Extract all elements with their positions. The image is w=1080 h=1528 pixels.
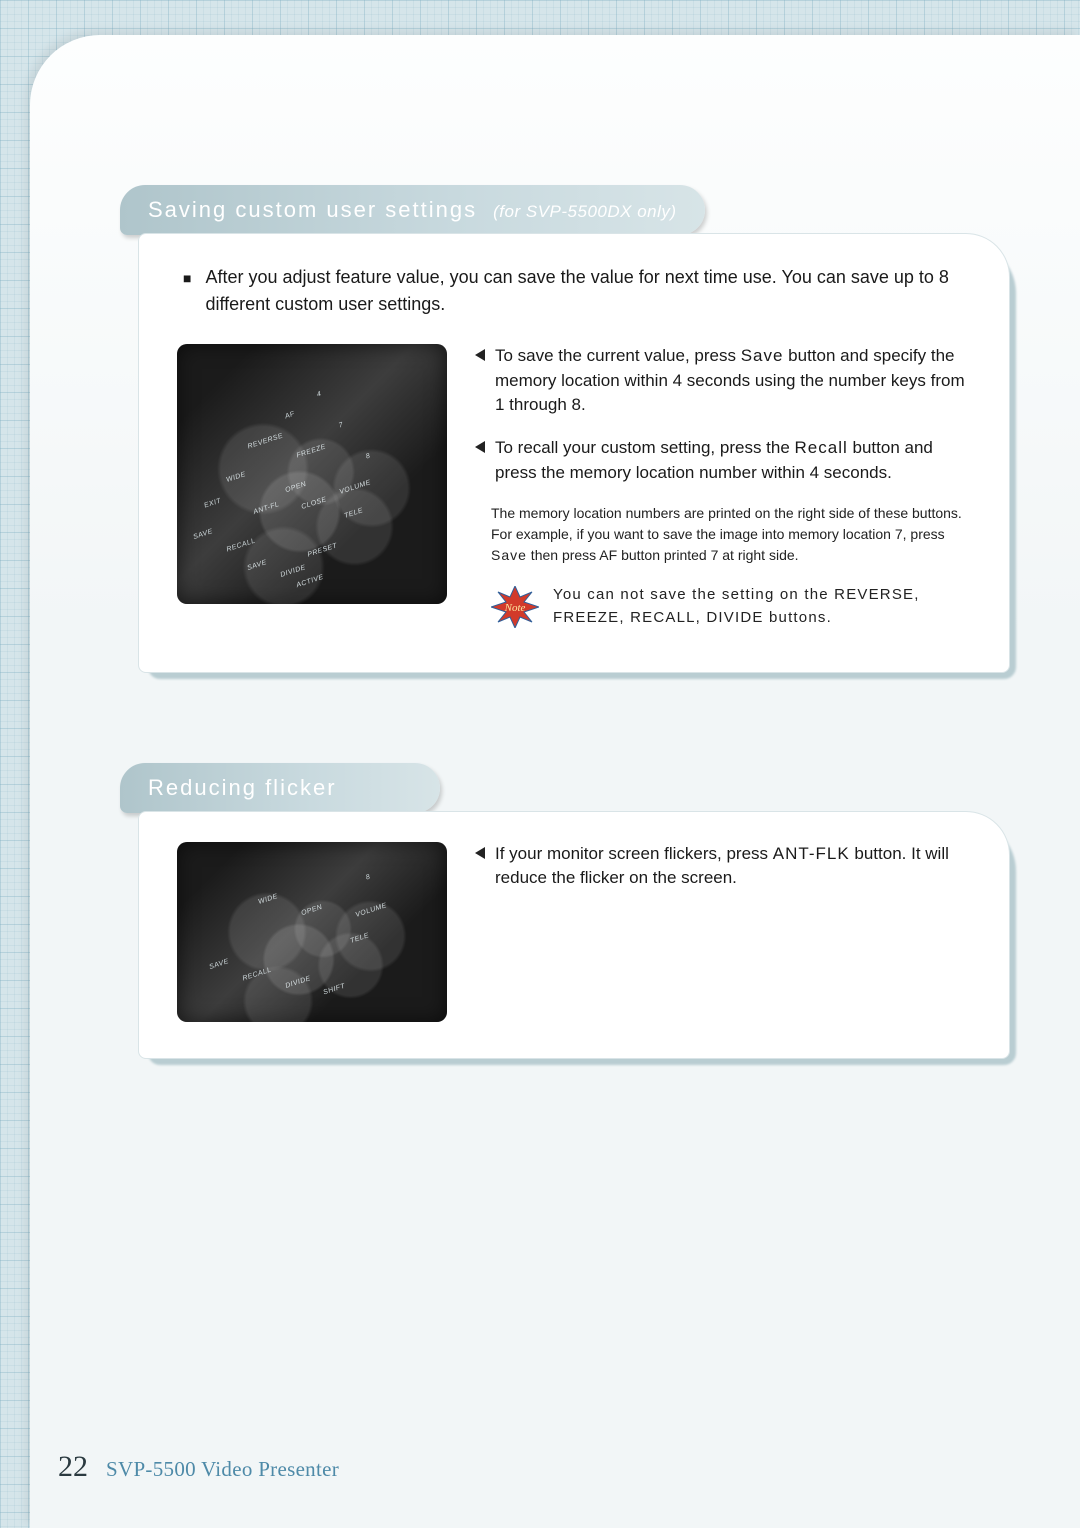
intro-text: After you adjust feature value, you can … <box>205 264 971 318</box>
list-text: To recall your custom setting, press the… <box>495 436 971 485</box>
remote-lbl: 4 <box>316 390 322 398</box>
remote-lbl: RECALL <box>225 537 256 553</box>
remote-lbl: WIDE <box>225 471 246 484</box>
remote-lbl: FREEZE <box>295 443 326 459</box>
section-header-flicker: Reducing flicker <box>120 763 440 813</box>
remote-lbl: 8 <box>365 874 371 882</box>
remote-lbl: RECALL <box>241 967 272 983</box>
remote-lbl: VOLUME <box>355 902 388 919</box>
remote-lbl: SAVE <box>247 559 268 572</box>
remote-illustration: 4 AF 7 REVERSE FREEZE 8 WIDE OPEN VOLUME… <box>177 344 447 604</box>
product-name: SVP-5500 Video Presenter <box>106 1457 339 1482</box>
remote-lbl: REVERSE <box>247 432 284 450</box>
right-column: To save the current value, press Save bu… <box>475 344 971 636</box>
list-text: To save the current value, press Save bu… <box>495 344 971 418</box>
remote-lbl: SAVE <box>193 528 214 541</box>
triangle-left-icon <box>475 847 485 891</box>
note-burst-icon: Note <box>491 586 539 636</box>
page-number: 22 <box>58 1450 88 1484</box>
memory-note: The memory location numbers are printed … <box>491 503 971 566</box>
remote-lbl: AF <box>284 410 296 420</box>
note-text: You can not save the setting on the REVE… <box>553 584 971 629</box>
remote-lbl: CLOSE <box>301 496 328 511</box>
list-item: If your monitor screen flickers, press A… <box>475 842 971 891</box>
remote-lbl: ACTIVE <box>295 574 324 589</box>
triangle-left-icon <box>475 441 485 485</box>
note-row: Note You can not save the setting on the… <box>491 584 971 636</box>
section-saving: Saving custom user settings (for SVP-550… <box>120 185 1010 673</box>
remote-lbl: 8 <box>365 453 371 461</box>
square-bullet-icon: ■ <box>183 268 191 318</box>
remote-lbl: WIDE <box>257 893 278 906</box>
panel-saving: ■ After you adjust feature value, you ca… <box>138 233 1010 673</box>
page-card: Saving custom user settings (for SVP-550… <box>30 35 1080 1528</box>
remote-lbl: TELE <box>349 933 370 946</box>
section-subtitle: (for SVP-5500DX only) <box>493 202 676 222</box>
list-item: To save the current value, press Save bu… <box>475 344 971 418</box>
remote-lbl: DIVIDE <box>285 975 312 990</box>
remote-lbl: VOLUME <box>339 480 372 497</box>
list-text: If your monitor screen flickers, press A… <box>495 842 971 891</box>
remote-lbl: EXIT <box>203 497 222 509</box>
list-item: To recall your custom setting, press the… <box>475 436 971 485</box>
remote-lbl: PRESET <box>306 542 338 558</box>
remote-lbl: 7 <box>338 421 344 429</box>
right-column: If your monitor screen flickers, press A… <box>475 842 971 909</box>
remote-lbl: TELE <box>344 508 365 521</box>
section-flicker: Reducing flicker 8 WIDE OPEN VOLUME TELE… <box>120 763 1010 1059</box>
panel-flicker: 8 WIDE OPEN VOLUME TELE SAVE RECALL DIVI… <box>138 811 1010 1059</box>
remote-lbl: SAVE <box>209 958 230 971</box>
intro-row: ■ After you adjust feature value, you ca… <box>177 264 971 318</box>
remote-illustration: 8 WIDE OPEN VOLUME TELE SAVE RECALL DIVI… <box>177 842 447 1022</box>
note-label: Note <box>504 602 526 614</box>
section-title: Saving custom user settings <box>148 197 477 223</box>
section-header-saving: Saving custom user settings (for SVP-550… <box>120 185 705 235</box>
page-footer: 22 SVP-5500 Video Presenter <box>58 1450 339 1484</box>
triangle-left-icon <box>475 349 485 418</box>
remote-lbl: OPEN <box>301 903 324 916</box>
remote-lbl: OPEN <box>284 481 307 494</box>
remote-lbl: SHIFT <box>322 983 346 997</box>
remote-lbl: ANT-FL <box>252 501 280 516</box>
section-title: Reducing flicker <box>148 775 337 801</box>
remote-lbl: DIVIDE <box>279 564 306 579</box>
